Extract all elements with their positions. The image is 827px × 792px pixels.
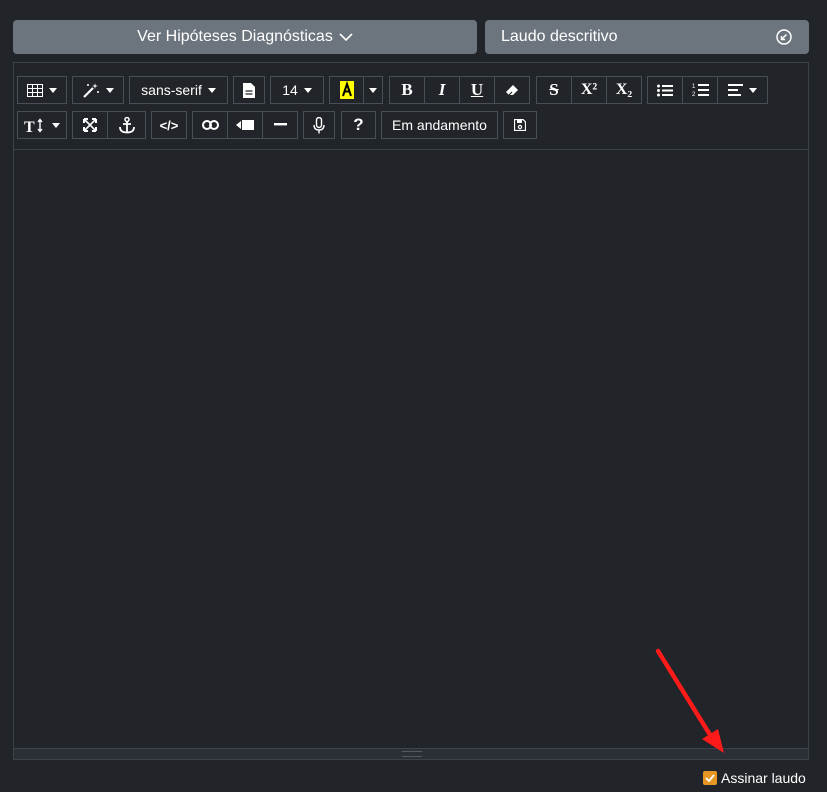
link-icon [201,120,219,130]
font-family-dropdown[interactable]: sans-serif [129,76,228,104]
table-icon [27,83,43,97]
chevron-down-icon [339,33,353,42]
italic-button[interactable]: I [424,76,460,104]
horizontal-rule-icon [273,123,287,126]
expand-icon [83,118,97,132]
clock-arrow-icon [776,29,792,45]
save-button[interactable] [503,111,537,139]
resize-grip-icon[interactable] [402,751,422,757]
align-left-icon [728,84,743,96]
strikethrough-button[interactable]: S [536,76,572,104]
unordered-list-button[interactable] [647,76,683,104]
magic-wand-icon [83,83,99,98]
hypotheses-button[interactable]: Ver Hipóteses Diagnósticas [13,20,477,54]
ordered-list-button[interactable]: 12 [682,76,718,104]
bold-button[interactable]: B [389,76,425,104]
sign-report-label: Assinar laudo [721,770,806,786]
hypotheses-label: Ver Hipóteses Diagnósticas [137,28,333,45]
table-dropdown-button[interactable] [17,76,67,104]
save-icon [514,119,526,131]
eraser-icon [506,85,518,96]
report-type-button[interactable]: Laudo descritivo [485,20,809,54]
underline-button[interactable]: U [459,76,495,104]
document-icon [243,82,255,98]
link-button[interactable] [192,111,228,139]
checkbox[interactable] [703,771,717,785]
text-height-icon: T [24,117,43,133]
video-button[interactable] [227,111,263,139]
highlight-color-button[interactable] [329,76,364,104]
status-button[interactable]: Em andamento [381,111,498,139]
font-size-dropdown[interactable]: 14 [270,76,324,104]
superscript-button[interactable]: X² [571,76,607,104]
magic-wand-dropdown-button[interactable] [72,76,124,104]
microphone-button[interactable] [303,111,335,139]
svg-text:2: 2 [692,92,696,97]
font-family-value: sans-serif [141,82,202,98]
svg-text:1: 1 [692,84,696,90]
align-dropdown-button[interactable] [717,76,768,104]
anchor-icon [118,116,135,133]
status-label: Em andamento [392,117,487,133]
highlight-color-dropdown[interactable] [363,76,383,104]
svg-text:T: T [24,119,35,133]
code-view-button[interactable]: </> [151,111,187,139]
text-height-dropdown-button[interactable]: T [17,111,67,139]
anchor-button[interactable] [107,111,146,139]
document-button[interactable] [233,76,265,104]
microphone-icon [313,116,325,133]
bullet-list-icon [657,84,673,96]
numbered-list-icon: 12 [692,84,709,97]
clear-format-button[interactable] [494,76,530,104]
subscript-button[interactable]: X₂ [606,76,642,104]
report-type-label: Laudo descritivo [501,28,618,45]
checkmark-icon [705,774,715,782]
video-icon [236,120,254,130]
help-button[interactable]: ? [341,111,376,139]
fullscreen-button[interactable] [72,111,108,139]
highlight-color-icon [339,81,354,99]
editor-toolbar: sans-serif 14 B I U S X² X₂ 1 2 T </> ? … [14,63,808,150]
sign-report-checkbox[interactable]: Assinar laudo [703,770,806,786]
font-size-value: 14 [282,82,298,98]
annotation-arrow-icon [655,648,724,753]
horizontal-rule-button[interactable] [262,111,298,139]
